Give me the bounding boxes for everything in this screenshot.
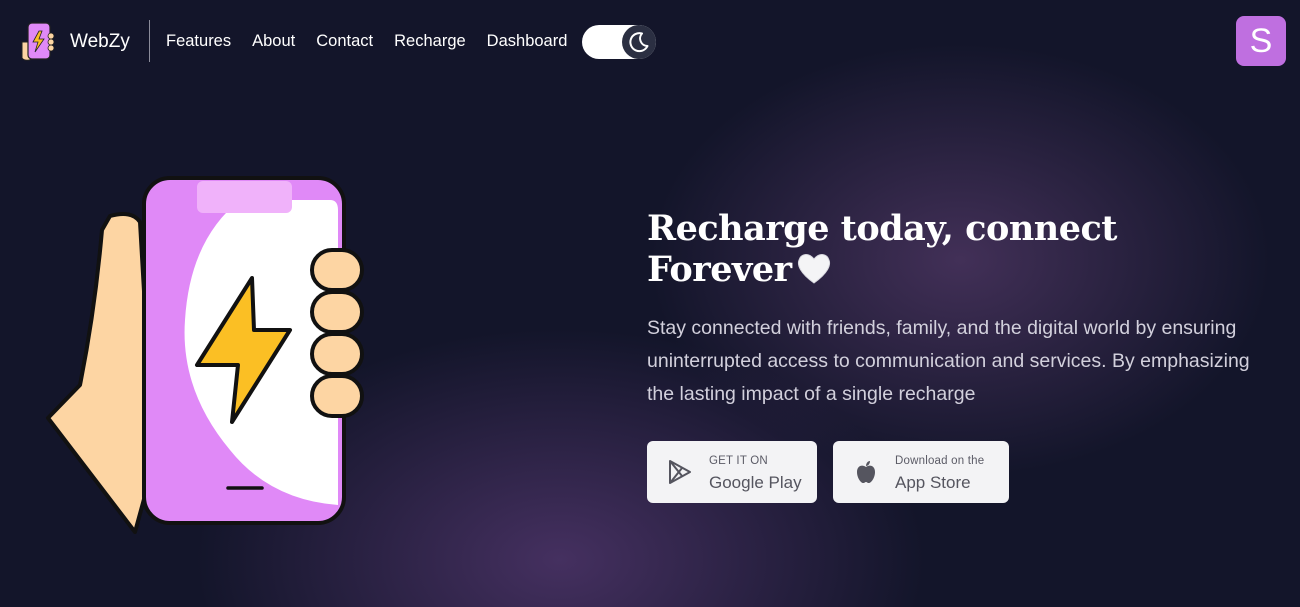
app-store-small-label: Download on the [895, 455, 985, 467]
nav-link-about[interactable]: About [252, 32, 295, 51]
nav-divider [149, 20, 150, 62]
toggle-knob [622, 25, 656, 59]
google-play-label: Google Play [709, 473, 802, 492]
finger-1 [310, 248, 364, 292]
phone-hand-illustration [46, 176, 364, 534]
nav-link-contact[interactable]: Contact [316, 32, 373, 51]
nav-link-features[interactable]: Features [166, 32, 231, 51]
heart-icon [797, 254, 830, 284]
play-store-icon [669, 460, 691, 484]
hand-palm [46, 212, 154, 534]
google-play-small-label: GET IT ON [709, 455, 768, 467]
hero-title: Recharge today, connect Forever [647, 208, 1267, 290]
navbar: WebZy Features About Contact Recharge Da… [0, 0, 1300, 84]
finger-4 [310, 374, 364, 418]
apple-icon [857, 461, 875, 483]
hero-title-line2: Forever [647, 249, 792, 290]
logo-icon[interactable] [18, 20, 56, 62]
google-play-button[interactable]: GET IT ON Google Play [647, 441, 817, 503]
app-store-label: App Store [895, 473, 971, 492]
app-store-button[interactable]: Download on the App Store [833, 441, 1009, 503]
nav-link-recharge[interactable]: Recharge [394, 32, 466, 51]
moon-icon [629, 32, 649, 53]
theme-toggle[interactable] [582, 25, 656, 59]
finger-3 [310, 332, 364, 376]
phone-notch [197, 181, 292, 213]
finger-2 [310, 290, 364, 334]
hero-description: Stay connected with friends, family, and… [647, 317, 1250, 405]
user-avatar[interactable]: S [1236, 16, 1286, 66]
hero-title-line1: Recharge today, connect [647, 208, 1117, 249]
nav-link-dashboard[interactable]: Dashboard [487, 32, 568, 51]
nav-links: Features About Contact Recharge Dashboar… [166, 32, 588, 51]
brand-name[interactable]: WebZy [70, 31, 130, 53]
